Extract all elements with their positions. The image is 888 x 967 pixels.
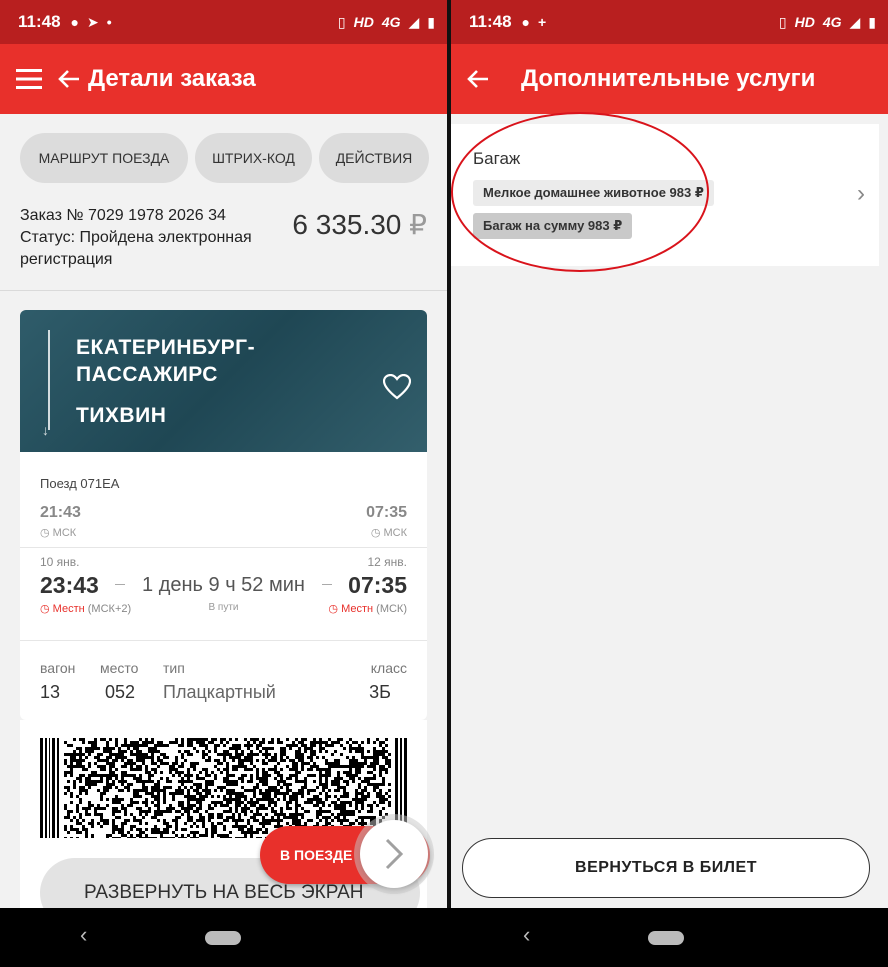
- status-bar: 11:48 ● + ▯ HD 4G ◢ ▮: [451, 0, 888, 44]
- highlight-annotation: [451, 112, 709, 272]
- battery-icon: ▮: [427, 13, 435, 30]
- back-arrow-icon[interactable]: [58, 69, 80, 89]
- clock-icon: ◷: [328, 603, 338, 615]
- status-bar: 11:48 ● ➤ • ▯ HD 4G ◢ ▮: [0, 0, 447, 44]
- chevron-right-icon[interactable]: [360, 820, 428, 888]
- nav-home-icon[interactable]: [205, 931, 241, 945]
- status-time: 11:48: [18, 12, 61, 31]
- network-label: HD: [794, 14, 815, 30]
- chat-icon: ●: [70, 14, 80, 30]
- class-label: класс: [370, 660, 407, 676]
- back-arrow-icon[interactable]: [467, 69, 489, 89]
- class-value: 3Б: [369, 682, 391, 702]
- divider: [20, 547, 427, 548]
- to-station: ТИХВИН: [76, 404, 167, 427]
- screenshot-root: 11:48 ● ➤ • ▯ HD 4G ◢ ▮ Детали заказа МА…: [0, 0, 888, 967]
- divider: [0, 290, 447, 291]
- type-value: Плацкартный: [163, 682, 276, 702]
- seat-label: место: [100, 660, 139, 676]
- order-info: Заказ № 7029 1978 2026 34 Статус: Пройде…: [20, 205, 260, 271]
- departure-local-zone: ◷ Местн (МСК+2): [40, 602, 131, 615]
- chip-barcode[interactable]: ШТРИХ-КОД: [195, 133, 312, 183]
- ticket-header: ↓ ЕКАТЕРИНБУРГ-ПАССАЖИРС ТИХВИН: [20, 310, 427, 452]
- signal-icon: ◢: [408, 13, 420, 30]
- nav-home-icon[interactable]: [648, 931, 684, 945]
- notification-icons: ● ➤ •: [71, 14, 112, 31]
- page-title: Дополнительные услуги: [521, 65, 816, 92]
- clock-icon: ◷: [40, 527, 50, 539]
- arrival-zone: (МСК): [376, 603, 407, 615]
- notification-icons: ● +: [522, 14, 547, 30]
- chip-actions[interactable]: ДЕЙСТВИЯ: [319, 133, 429, 183]
- page-title: Детали заказа: [88, 65, 256, 92]
- network-type: 4G: [381, 14, 401, 30]
- departure-msk-zone: ◷ МСК: [40, 526, 76, 539]
- app-bar: Дополнительные услуги: [451, 44, 888, 114]
- departure-msk-time: 21:43: [40, 504, 81, 521]
- local-word: Местн: [341, 603, 374, 615]
- add-person-icon: +: [538, 14, 547, 30]
- status-right: ▯ HD 4G ◢ ▮: [338, 14, 435, 31]
- signal-icon: ◢: [849, 13, 861, 30]
- type-label: тип: [163, 660, 185, 676]
- msk-label: МСК: [52, 527, 77, 539]
- dot-icon: •: [106, 14, 112, 30]
- network-label: HD: [353, 14, 374, 30]
- arrival-local-zone: ◷ Местн (МСК): [328, 602, 407, 615]
- local-word: Местн: [52, 603, 85, 615]
- arrival-msk-zone: ◷ МСК: [371, 526, 407, 539]
- nav-back-icon[interactable]: ‹: [523, 922, 530, 948]
- order-details-screen: 11:48 ● ➤ • ▯ HD 4G ◢ ▮ Детали заказа МА…: [0, 0, 447, 908]
- divider: [20, 640, 427, 641]
- menu-icon[interactable]: [16, 68, 42, 90]
- wagon-label: вагон: [40, 660, 76, 676]
- telegram-icon: ➤: [87, 13, 99, 30]
- msk-label: МСК: [383, 527, 407, 539]
- departure-zone: (МСК+2): [87, 603, 132, 615]
- heart-icon[interactable]: [382, 373, 412, 408]
- arrow-down-icon: ↓: [42, 422, 49, 438]
- clock-icon: ◷: [370, 527, 381, 539]
- order-number: Заказ № 7029 1978 2026 34: [20, 207, 226, 224]
- order-status: Статус: Пройдена электронная регистрация: [20, 229, 252, 268]
- return-to-ticket-button[interactable]: ВЕРНУТЬСЯ В БИЛЕТ: [462, 838, 870, 898]
- dash: [322, 584, 332, 585]
- battery-icon: ▮: [868, 13, 876, 30]
- vibrate-icon: ▯: [337, 13, 346, 30]
- price-amount: 6 335.30: [292, 209, 402, 240]
- wagon-value: 13: [40, 682, 61, 702]
- route-line: [48, 330, 50, 430]
- chevron-right-icon[interactable]: ›: [857, 180, 865, 208]
- chat-icon: ●: [521, 14, 531, 30]
- order-price: 6 335.30 ₽: [292, 208, 427, 241]
- chip-route[interactable]: МАРШРУТ ПОЕЗДА: [20, 133, 188, 183]
- seat-value: 052: [105, 682, 136, 702]
- section-chips: МАРШРУТ ПОЕЗДА ШТРИХ-КОД ДЕЙСТВИЯ: [20, 133, 429, 183]
- network-type: 4G: [822, 14, 842, 30]
- from-station: ЕКАТЕРИНБУРГ-ПАССАЖИРС: [76, 336, 256, 386]
- arrival-local-time: 07:35: [348, 572, 407, 598]
- ticket-card: ↓ ЕКАТЕРИНБУРГ-ПАССАЖИРС ТИХВИН Поезд 07…: [20, 310, 427, 720]
- vibrate-icon: ▯: [778, 13, 787, 30]
- barcode-image: [40, 738, 407, 838]
- price-currency: ₽: [409, 209, 427, 240]
- arrival-msk-time: 07:35: [366, 504, 407, 521]
- departure-date: 10 янв.: [40, 555, 80, 569]
- nav-back-icon[interactable]: ‹: [80, 922, 87, 948]
- extra-services-screen: 11:48 ● + ▯ HD 4G ◢ ▮ Дополнительные усл…: [451, 0, 888, 908]
- clock-icon: ◷: [40, 603, 50, 615]
- system-nav-bar: [0, 908, 888, 967]
- status-right: ▯ HD 4G ◢ ▮: [779, 14, 876, 31]
- app-bar: Детали заказа: [0, 44, 447, 114]
- arrival-date: 12 янв.: [367, 555, 407, 569]
- train-number: Поезд 071ЕА: [40, 476, 120, 491]
- status-time: 11:48: [469, 12, 512, 31]
